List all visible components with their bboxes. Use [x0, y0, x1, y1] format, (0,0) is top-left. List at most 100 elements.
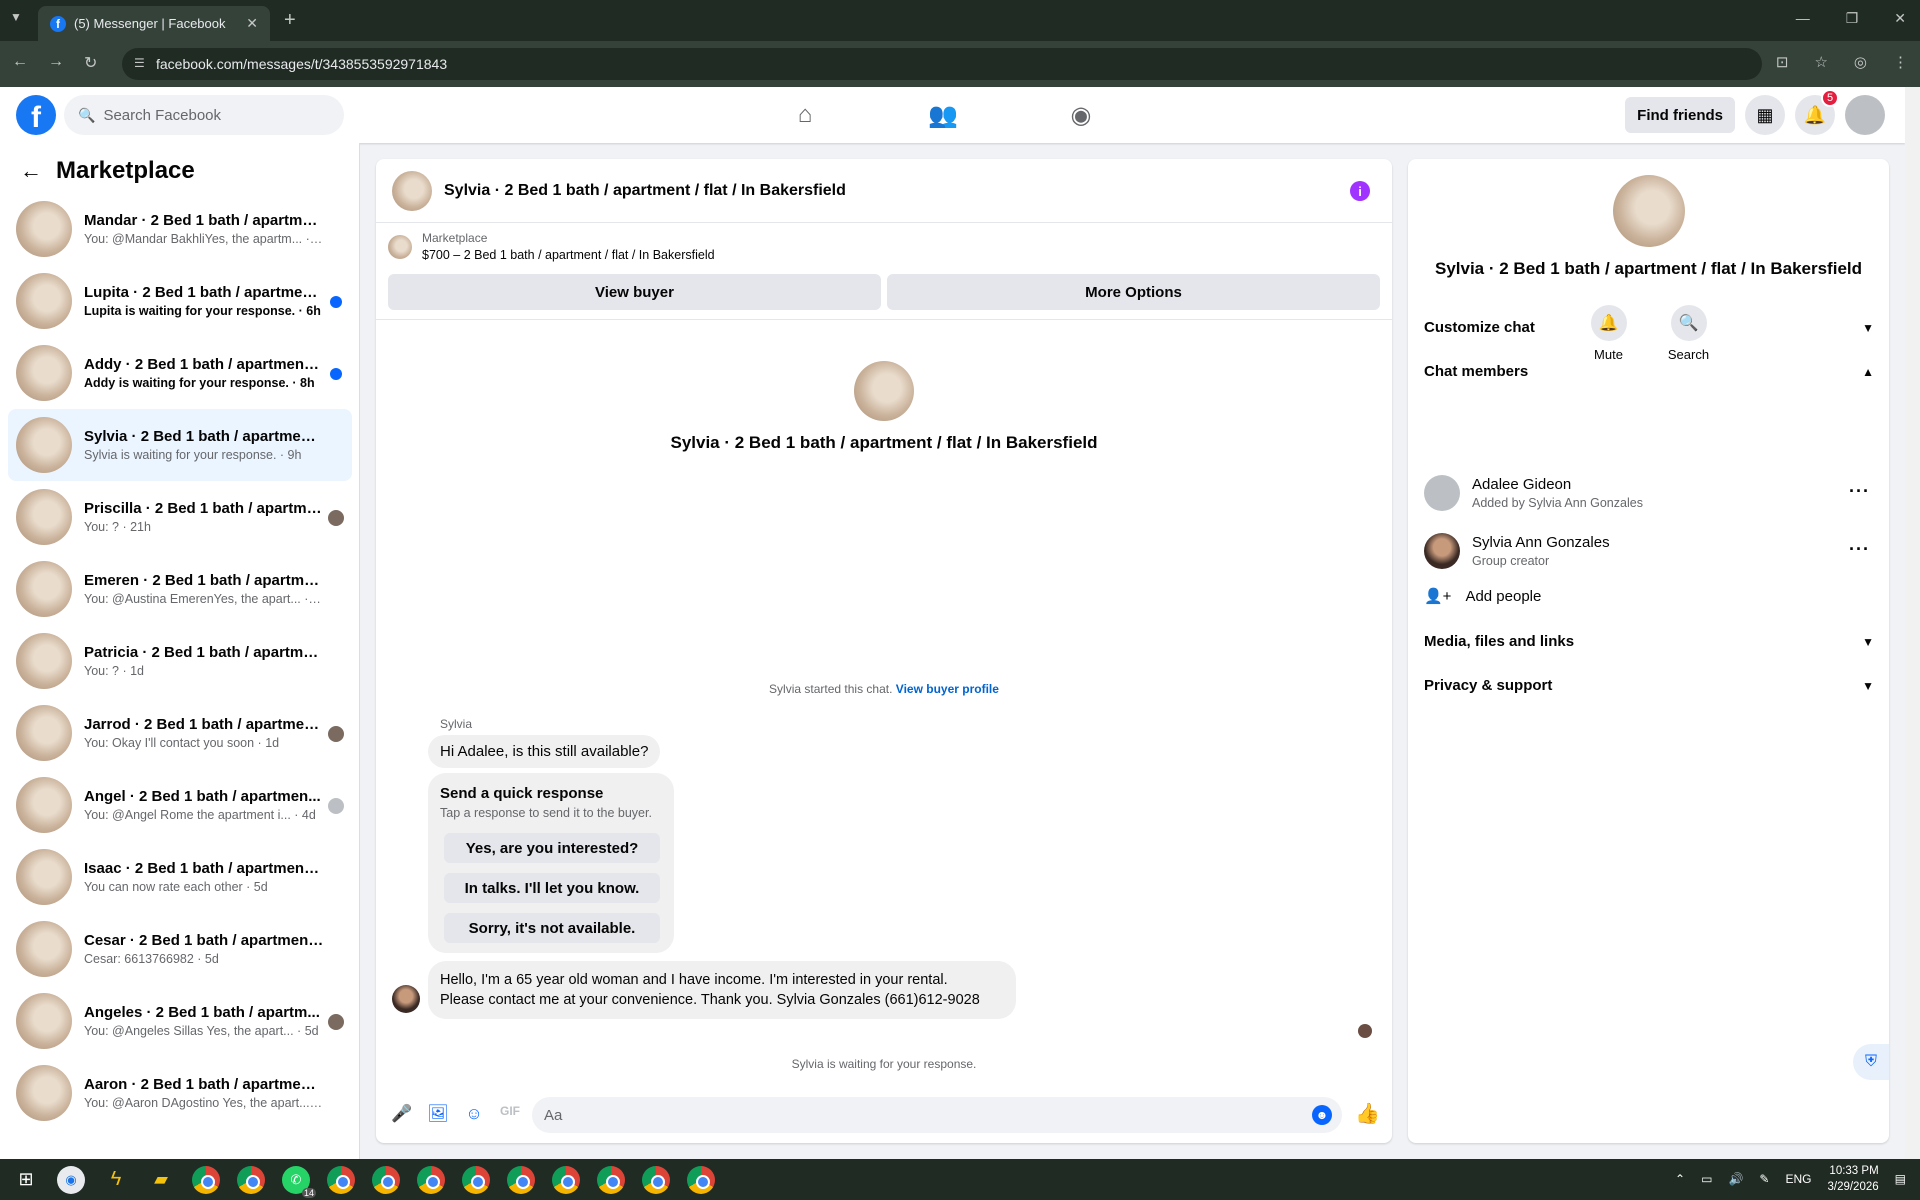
conversation-text: Priscilla · 2 Bed 1 bath / apartme... You…	[84, 500, 324, 534]
thumbs-up-icon[interactable]: 👍	[1355, 1101, 1380, 1126]
conversation-item[interactable]: Addy · 2 Bed 1 bath / apartment ... Addy …	[8, 337, 352, 409]
url-field[interactable]: ☰ facebook.com/messages/t/34385535929718…	[122, 48, 1762, 80]
photo-icon[interactable]: 🖼	[420, 1104, 456, 1124]
quick-response-in-talks-button[interactable]: In talks. I'll let you know.	[444, 873, 660, 903]
conversation-preview: Cesar: 6613766982 · 5d	[84, 952, 219, 966]
volume-icon[interactable]: 🔊	[1728, 1172, 1743, 1186]
customize-chat-section[interactable]: Customize chat ▼	[1424, 319, 1874, 336]
restore-icon[interactable]: ❐	[1846, 10, 1859, 27]
shield-app-icon[interactable]: ◉	[57, 1165, 85, 1194]
conversation-avatar	[16, 417, 72, 473]
emoji-icon[interactable]: ☻	[1312, 1105, 1332, 1125]
bookmark-star-icon[interactable]: ☆	[1814, 53, 1827, 71]
media-files-section[interactable]: Media, files and links ▼	[1424, 633, 1874, 650]
gif-icon[interactable]: GIF	[492, 1104, 528, 1124]
profile-icon[interactable]: ◎	[1854, 53, 1867, 71]
new-tab-icon[interactable]: +	[284, 9, 296, 32]
browser-menu-icon[interactable]: ⋮	[1893, 53, 1908, 71]
quick-response-sorry-button[interactable]: Sorry, it's not available.	[444, 913, 660, 943]
chrome-icon[interactable]	[237, 1165, 265, 1194]
started-text: Sylvia started this chat.	[769, 682, 893, 696]
privacy-label: Privacy & support	[1424, 677, 1553, 694]
microphone-icon[interactable]: 🎤	[384, 1104, 420, 1124]
reload-icon[interactable]: ↻	[84, 53, 97, 73]
browser-tab[interactable]: f (5) Messenger | Facebook ✕	[38, 6, 270, 41]
conversation-item[interactable]: Angel · 2 Bed 1 bath / apartmen... You: @…	[8, 769, 352, 841]
home-icon[interactable]: ⌂	[790, 97, 820, 133]
add-people-button[interactable]: 👤+ Add people	[1424, 587, 1541, 606]
conversation-item[interactable]: Patricia · 2 Bed 1 bath / apartment ... Y…	[8, 625, 352, 697]
pen-icon[interactable]: ✎	[1759, 1172, 1769, 1186]
back-arrow-icon[interactable]: ←	[20, 158, 42, 184]
chrome-icon[interactable]	[507, 1165, 535, 1194]
chat-avatar[interactable]	[392, 170, 432, 211]
chrome-icon[interactable]	[552, 1165, 580, 1194]
menu-grid-icon[interactable]: ▦	[1745, 95, 1785, 135]
view-buyer-button[interactable]: View buyer	[388, 274, 881, 310]
find-friends-button[interactable]: Find friends	[1625, 97, 1735, 133]
groups-icon[interactable]: ◉	[1066, 97, 1096, 133]
chrome-icon[interactable]	[462, 1165, 490, 1194]
account-avatar[interactable]	[1845, 95, 1885, 135]
message-input[interactable]: Aa ☻	[532, 1097, 1342, 1133]
conversation-item[interactable]: Angeles · 2 Bed 1 bath / apartm... You: @…	[8, 985, 352, 1057]
install-app-icon[interactable]: ⊡	[1776, 53, 1789, 71]
conversation-item[interactable]: Jarrod · 2 Bed 1 bath / apartmen... You: …	[8, 697, 352, 769]
close-window-icon[interactable]: ✕	[1894, 10, 1906, 27]
network-icon[interactable]: ▭	[1701, 1172, 1712, 1186]
view-buyer-profile-link[interactable]: View buyer profile	[896, 682, 999, 696]
close-tab-icon[interactable]: ✕	[246, 15, 258, 32]
sticker-icon[interactable]: ☺	[456, 1104, 492, 1124]
shield-icon[interactable]: ⛨	[1853, 1044, 1889, 1080]
chrome-icon[interactable]	[192, 1165, 220, 1194]
chevron-up-icon[interactable]: ⌃	[1675, 1172, 1685, 1186]
conversation-item[interactable]: Sylvia · 2 Bed 1 bath / apartment / ... S…	[8, 409, 352, 481]
info-icon[interactable]: i	[1350, 181, 1370, 201]
notification-center-icon[interactable]: ▤	[1895, 1172, 1906, 1186]
chrome-icon[interactable]	[642, 1165, 670, 1194]
facebook-search-input[interactable]: 🔍 Search Facebook	[64, 95, 344, 135]
message-line: Hello, I'm a 65 year old woman and I hav…	[440, 972, 948, 988]
conversation-item[interactable]: Cesar · 2 Bed 1 bath / apartment / ... Ce…	[8, 913, 352, 985]
friends-icon[interactable]: 👥	[928, 97, 958, 133]
chrome-icon[interactable]	[687, 1165, 715, 1194]
quick-response-yes-button[interactable]: Yes, are you interested?	[444, 833, 660, 863]
site-info-icon[interactable]: ☰	[134, 56, 145, 70]
clock[interactable]: 10:33 PM 3/29/2026	[1827, 1163, 1878, 1195]
privacy-support-section[interactable]: Privacy & support ▼	[1424, 677, 1874, 694]
conversation-item[interactable]: Mandar · 2 Bed 1 bath / apartment... You:…	[8, 193, 352, 265]
window-controls: — ❐ ✕	[1796, 10, 1906, 27]
chrome-icon[interactable]	[417, 1165, 445, 1194]
minimize-icon[interactable]: —	[1796, 10, 1810, 27]
windows-start-icon[interactable]: ⊞	[12, 1166, 40, 1194]
intro-name: Sylvia · 2 Bed 1 bath / apartment / flat…	[670, 433, 1098, 452]
member-row[interactable]: Adalee Gideon Added by Sylvia Ann Gonzal…	[1424, 469, 1874, 517]
language-indicator[interactable]: ENG	[1785, 1172, 1811, 1186]
more-options-button[interactable]: More Options	[887, 274, 1380, 310]
conversation-item[interactable]: Isaac · 2 Bed 1 bath / apartment / f... Y…	[8, 841, 352, 913]
chrome-icon[interactable]	[327, 1165, 355, 1194]
conversation-item[interactable]: Emeren · 2 Bed 1 bath / apartment... You:…	[8, 553, 352, 625]
tab-search-icon[interactable]: ▼	[10, 10, 22, 24]
chat-members-section[interactable]: Chat members ▲	[1424, 363, 1874, 380]
chrome-icon[interactable]	[597, 1165, 625, 1194]
page-scrollbar[interactable]	[1905, 87, 1920, 1159]
more-icon[interactable]: ···	[1849, 539, 1870, 560]
conversation-item[interactable]: Priscilla · 2 Bed 1 bath / apartme... You…	[8, 481, 352, 553]
forward-icon[interactable]: →	[48, 53, 64, 73]
bolt-app-icon[interactable]: ϟ	[102, 1166, 130, 1194]
listing-summary[interactable]: Marketplace $700 – 2 Bed 1 bath / apartm…	[388, 231, 715, 262]
sender-avatar[interactable]	[392, 985, 420, 1013]
folder-app-icon[interactable]: ▰	[147, 1166, 175, 1194]
notifications-bell-icon[interactable]: 🔔 5	[1795, 89, 1839, 135]
info-avatar[interactable]	[1612, 175, 1685, 247]
conversation-item[interactable]: Lupita · 2 Bed 1 bath / apartment... Lupi…	[8, 265, 352, 337]
back-icon[interactable]: ←	[12, 53, 28, 73]
chat-title[interactable]: Sylvia · 2 Bed 1 bath / apartment / flat…	[444, 182, 846, 200]
more-icon[interactable]: ···	[1849, 481, 1870, 502]
member-row[interactable]: Sylvia Ann Gonzales Group creator ···	[1424, 527, 1874, 575]
facebook-logo-icon[interactable]: f	[16, 95, 56, 135]
whatsapp-icon[interactable]: ✆ 14	[282, 1165, 316, 1198]
chrome-icon[interactable]	[372, 1165, 400, 1194]
conversation-item[interactable]: Aaron · 2 Bed 1 bath / apartment /... You…	[8, 1057, 352, 1129]
